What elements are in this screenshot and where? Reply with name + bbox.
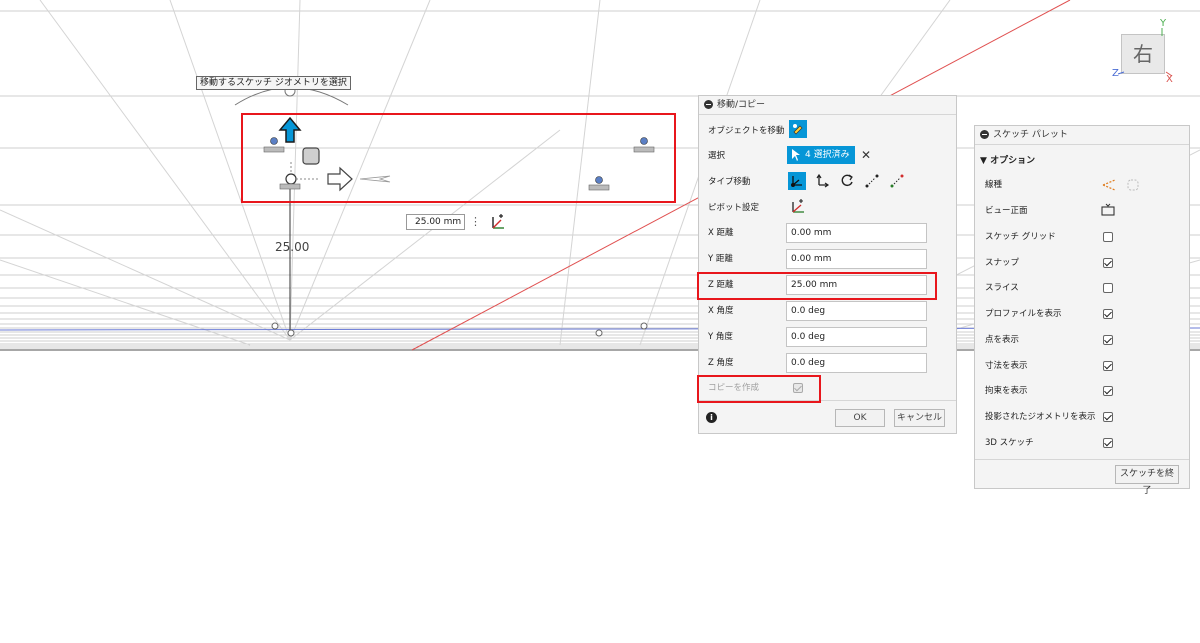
clear-selection-icon[interactable]: ✕ bbox=[861, 147, 871, 163]
cursor-icon bbox=[792, 149, 800, 161]
rotate-icon bbox=[841, 174, 853, 187]
snap-checkbox[interactable] bbox=[1103, 258, 1113, 268]
x-angle-label: X 角度 bbox=[708, 306, 734, 316]
dimension-label: 25.00 bbox=[275, 240, 310, 254]
show-points-checkbox[interactable] bbox=[1103, 335, 1113, 345]
line-type-label: 線種 bbox=[985, 180, 1003, 190]
highlight-create-copy bbox=[697, 375, 821, 403]
more-options-icon[interactable]: ⋮ bbox=[470, 214, 481, 230]
point-to-position-button[interactable] bbox=[888, 172, 906, 190]
option-3d-sketch-label: 3D スケッチ bbox=[985, 438, 1034, 448]
move-type-label: タイプ移動 bbox=[708, 177, 751, 187]
sketch-object-icon bbox=[793, 124, 803, 135]
option-show-profile-label: プロファイルを表示 bbox=[985, 309, 1062, 319]
triangle-down-icon: ▼ bbox=[980, 156, 991, 166]
axis-triad-icon[interactable] bbox=[489, 213, 507, 231]
show-dimensions-checkbox[interactable] bbox=[1103, 361, 1113, 371]
look-at-label: ビュー正面 bbox=[985, 206, 1028, 216]
palette-header[interactable]: スケッチ パレット bbox=[975, 126, 1189, 145]
palette-divider bbox=[975, 459, 1189, 460]
object-type-button[interactable] bbox=[789, 120, 807, 138]
x-distance-label: X 距離 bbox=[708, 228, 734, 238]
dialog-title: 移動/コピー bbox=[717, 100, 766, 110]
show-constraints-checkbox[interactable] bbox=[1103, 386, 1113, 396]
x-angle-input[interactable]: 0.0 deg bbox=[786, 301, 927, 321]
option-show-constraints-label: 拘束を表示 bbox=[985, 386, 1028, 396]
y-angle-label: Y 角度 bbox=[708, 332, 733, 342]
translate-xyz-button[interactable] bbox=[813, 172, 831, 190]
object-to-move-label: オブジェクトを移動 bbox=[708, 126, 785, 136]
option-slice-label: スライス bbox=[985, 283, 1019, 293]
pivot-label: ピボット設定 bbox=[708, 203, 760, 213]
x-distance-input[interactable]: 0.00 mm bbox=[786, 223, 927, 243]
x-arrow-handle bbox=[327, 166, 353, 192]
y-distance-input[interactable]: 0.00 mm bbox=[786, 249, 927, 269]
selection-tooltip: 移動するスケッチ ジオメトリを選択 bbox=[196, 76, 351, 90]
z-angle-input[interactable]: 0.0 deg bbox=[786, 353, 927, 373]
origin-point bbox=[285, 173, 297, 185]
look-at-icon[interactable] bbox=[1101, 203, 1115, 217]
slice-checkbox[interactable] bbox=[1103, 283, 1113, 293]
option-sketch-grid-label: スケッチ グリッド bbox=[985, 232, 1056, 242]
palette-title: スケッチ パレット bbox=[993, 130, 1068, 140]
option-show-points-label: 点を表示 bbox=[985, 335, 1020, 345]
info-icon[interactable]: i bbox=[706, 412, 717, 423]
rotate-button[interactable] bbox=[838, 172, 856, 190]
translate-icon bbox=[816, 173, 830, 188]
sketch-grid-checkbox[interactable] bbox=[1103, 232, 1113, 242]
centerline-icon[interactable] bbox=[1125, 177, 1141, 193]
z-angle-label: Z 角度 bbox=[708, 358, 734, 368]
point-to-point-icon bbox=[865, 174, 879, 188]
show-profile-checkbox[interactable] bbox=[1103, 309, 1113, 319]
dialog-header[interactable]: 移動/コピー bbox=[699, 96, 956, 115]
y-angle-input[interactable]: 0.0 deg bbox=[786, 327, 927, 347]
move-manipulator[interactable] bbox=[240, 112, 680, 204]
show-projected-geometry-checkbox[interactable] bbox=[1103, 412, 1113, 422]
highlight-z-distance bbox=[697, 272, 937, 300]
collapse-icon[interactable] bbox=[704, 100, 713, 109]
3d-sketch-checkbox[interactable] bbox=[1103, 438, 1113, 448]
selection-count: 4 選択済み bbox=[805, 150, 850, 160]
option-show-projected-label: 投影されたジオメトリを表示 bbox=[985, 412, 1096, 422]
option-show-dimensions-label: 寸法を表示 bbox=[985, 361, 1028, 371]
ok-button[interactable]: OK bbox=[835, 409, 885, 427]
selection-label: 選択 bbox=[708, 151, 726, 161]
cancel-button[interactable]: キャンセル bbox=[894, 409, 945, 427]
options-section-header[interactable]: ▼ オプション bbox=[980, 153, 1035, 166]
finish-sketch-button[interactable]: スケッチを終了 bbox=[1115, 465, 1179, 496]
construction-line-icon[interactable] bbox=[1101, 177, 1117, 193]
point-to-point-button[interactable] bbox=[863, 172, 881, 190]
z-arrow-handle bbox=[278, 116, 302, 143]
distance-value-input[interactable]: 25.00 mm bbox=[406, 214, 465, 230]
option-snap-label: スナップ bbox=[985, 258, 1020, 268]
selection-button[interactable]: 4 選択済み bbox=[787, 146, 855, 164]
plane-handle bbox=[302, 147, 320, 165]
sketch-palette: スケッチ パレット ▼ オプション 線種 ビュー正面 スケッチ グリッド スナッ… bbox=[974, 125, 1190, 496]
y-distance-label: Y 距離 bbox=[708, 254, 733, 264]
collapse-icon[interactable] bbox=[980, 130, 989, 139]
free-move-icon bbox=[791, 176, 802, 187]
point-to-position-icon bbox=[890, 174, 904, 188]
pivot-set-icon[interactable] bbox=[790, 199, 806, 215]
free-move-button[interactable] bbox=[788, 172, 806, 190]
